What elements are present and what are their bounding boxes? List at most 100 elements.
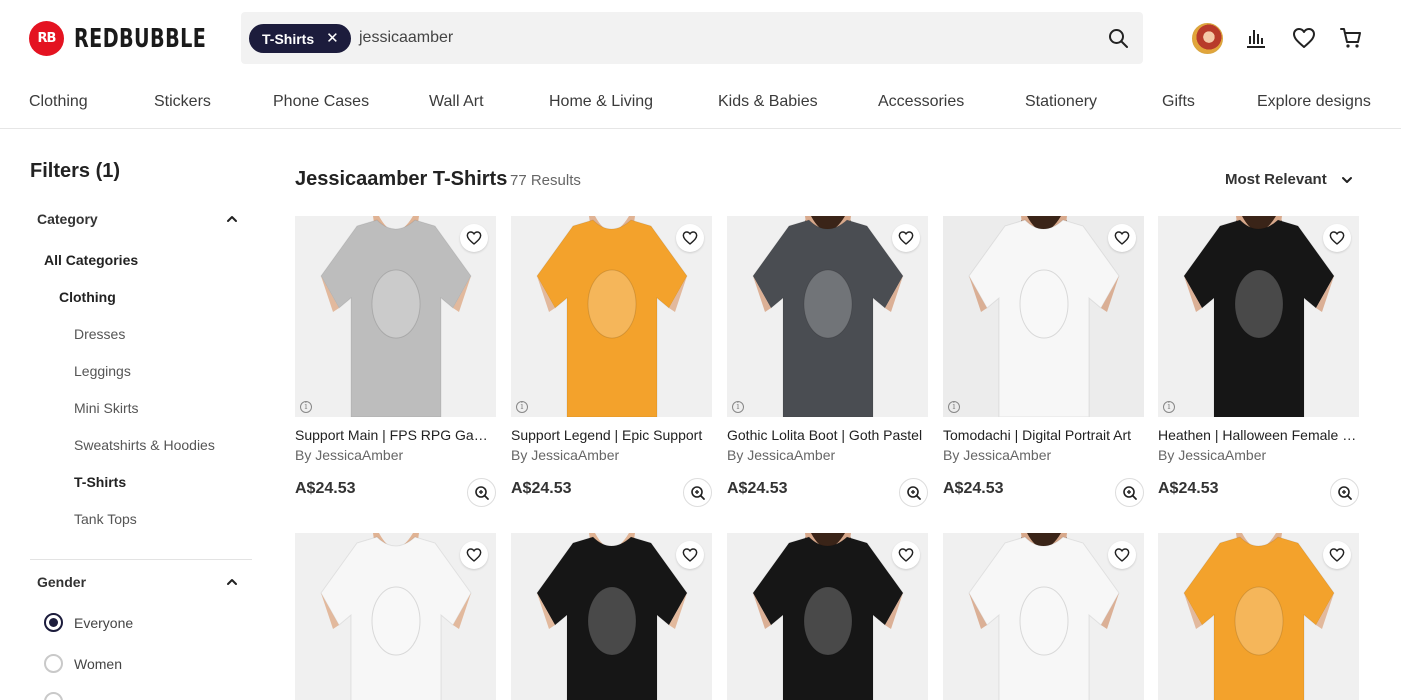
heart-icon[interactable] [1292, 27, 1316, 49]
gender-radio-everyone[interactable] [44, 613, 63, 632]
nav-item-accessories[interactable]: Accessories [878, 93, 964, 111]
gender-radio-women[interactable] [44, 654, 63, 673]
product-thumbnail[interactable] [1158, 533, 1359, 700]
nav-item-gifts[interactable]: Gifts [1162, 93, 1195, 111]
info-icon[interactable]: i [1163, 401, 1175, 413]
heart-icon [682, 548, 698, 562]
product-artist[interactable]: By JessicaAmber [943, 447, 1051, 463]
heart-icon [1114, 548, 1130, 562]
quick-view-button[interactable] [467, 478, 496, 507]
product-title[interactable]: Tomodachi | Digital Portrait Art [943, 427, 1144, 443]
category-tank-tops[interactable]: Tank Tops [74, 511, 137, 527]
zoom-icon [691, 486, 705, 500]
nav-item-kids-babies[interactable]: Kids & Babies [718, 93, 818, 111]
product-artist[interactable]: By JessicaAmber [511, 447, 619, 463]
product-price: A$24.53 [295, 480, 356, 497]
product-title[interactable]: Support Main | FPS RPG Gamer [295, 427, 496, 443]
nav-item-phone-cases[interactable]: Phone Cases [273, 93, 369, 111]
product-thumbnail[interactable]: i [511, 216, 712, 417]
favorite-button[interactable] [1108, 224, 1136, 252]
product-price: A$24.53 [1158, 480, 1219, 497]
product-thumbnail[interactable] [727, 533, 928, 700]
product-title[interactable]: Support Legend | Epic Support [511, 427, 712, 443]
brand-name: REDBUBBLE [74, 23, 207, 54]
category-leggings[interactable]: Leggings [74, 363, 131, 379]
heart-icon [1329, 231, 1345, 245]
chevron-down-icon[interactable] [1341, 174, 1353, 186]
redbubble-logo-icon [29, 21, 64, 56]
chip-close-icon[interactable]: ✕ [326, 31, 339, 46]
product-thumbnail[interactable]: i [727, 216, 928, 417]
quick-view-button[interactable] [683, 478, 712, 507]
product-thumbnail[interactable]: i [943, 216, 1144, 417]
product-thumbnail[interactable] [511, 533, 712, 700]
divider [30, 559, 252, 560]
heart-icon [1329, 548, 1345, 562]
product-artist[interactable]: By JessicaAmber [295, 447, 403, 463]
quick-view-button[interactable] [1330, 478, 1359, 507]
favorite-button[interactable] [892, 541, 920, 569]
zoom-icon [475, 486, 489, 500]
category-filter-heading[interactable]: Category [37, 211, 98, 227]
info-icon[interactable]: i [732, 401, 744, 413]
nav-item-wall-art[interactable]: Wall Art [429, 93, 484, 111]
gender-radio-next[interactable] [44, 692, 63, 700]
nav-item-stationery[interactable]: Stationery [1025, 93, 1097, 111]
product-thumbnail[interactable] [943, 533, 1144, 700]
category-clothing[interactable]: Clothing [59, 289, 116, 305]
chevron-up-icon[interactable] [226, 576, 238, 588]
gender-label-everyone[interactable]: Everyone [74, 615, 133, 631]
results-count: 77 Results [510, 172, 581, 189]
chevron-up-icon[interactable] [226, 213, 238, 225]
avatar[interactable] [1192, 23, 1223, 54]
search-filter-chip[interactable]: T-Shirts ✕ [249, 24, 351, 53]
category-all-categories[interactable]: All Categories [44, 252, 138, 268]
results-title: Jessicaamber T-Shirts [295, 168, 508, 190]
dashboard-chart-icon[interactable] [1245, 27, 1267, 49]
search-icon[interactable] [1108, 28, 1128, 48]
heart-icon [682, 231, 698, 245]
gender-filter-heading[interactable]: Gender [37, 574, 86, 590]
product-thumbnail[interactable] [295, 533, 496, 700]
info-icon[interactable]: i [948, 401, 960, 413]
favorite-button[interactable] [460, 541, 488, 569]
heart-icon [898, 231, 914, 245]
category-t-shirts[interactable]: T-Shirts [74, 474, 126, 490]
favorite-button[interactable] [1108, 541, 1136, 569]
product-thumbnail[interactable]: i [1158, 216, 1359, 417]
category-mini-skirts[interactable]: Mini Skirts [74, 400, 139, 416]
search-bar[interactable]: T-Shirts ✕ jessicaamber [241, 12, 1143, 64]
search-input[interactable]: jessicaamber [359, 29, 453, 47]
product-title[interactable]: Heathen | Halloween Female Witch [1158, 427, 1359, 443]
gender-label-women[interactable]: Women [74, 656, 122, 672]
chip-label: T-Shirts [262, 30, 315, 47]
header: REDBUBBLE T-Shirts ✕ jessicaamber [0, 0, 1401, 76]
quick-view-button[interactable] [899, 478, 928, 507]
info-icon[interactable]: i [516, 401, 528, 413]
nav-item-stickers[interactable]: Stickers [154, 93, 211, 111]
heart-icon [466, 231, 482, 245]
cart-icon[interactable] [1340, 27, 1362, 49]
category-nav: Clothing Stickers Phone Cases Wall Art H… [0, 76, 1401, 129]
favorite-button[interactable] [1323, 224, 1351, 252]
sort-dropdown[interactable]: Most Relevant [1225, 171, 1327, 188]
nav-item-home-living[interactable]: Home & Living [549, 93, 653, 111]
favorite-button[interactable] [676, 541, 704, 569]
product-artist[interactable]: By JessicaAmber [1158, 447, 1266, 463]
quick-view-button[interactable] [1115, 478, 1144, 507]
category-dresses[interactable]: Dresses [74, 326, 125, 342]
info-icon[interactable]: i [300, 401, 312, 413]
favorite-button[interactable] [676, 224, 704, 252]
product-title[interactable]: Gothic Lolita Boot | Goth Pastel [727, 427, 928, 443]
favorite-button[interactable] [892, 224, 920, 252]
zoom-icon [907, 486, 921, 500]
category-sweatshirts-hoodies[interactable]: Sweatshirts & Hoodies [74, 437, 215, 453]
product-thumbnail[interactable]: i [295, 216, 496, 417]
redbubble-logo[interactable]: REDBUBBLE [29, 21, 235, 56]
product-artist[interactable]: By JessicaAmber [727, 447, 835, 463]
favorite-button[interactable] [460, 224, 488, 252]
nav-item-clothing[interactable]: Clothing [29, 93, 88, 111]
filters-title: Filters (1) [30, 160, 121, 182]
nav-item-explore-designs[interactable]: Explore designs [1257, 93, 1371, 111]
favorite-button[interactable] [1323, 541, 1351, 569]
